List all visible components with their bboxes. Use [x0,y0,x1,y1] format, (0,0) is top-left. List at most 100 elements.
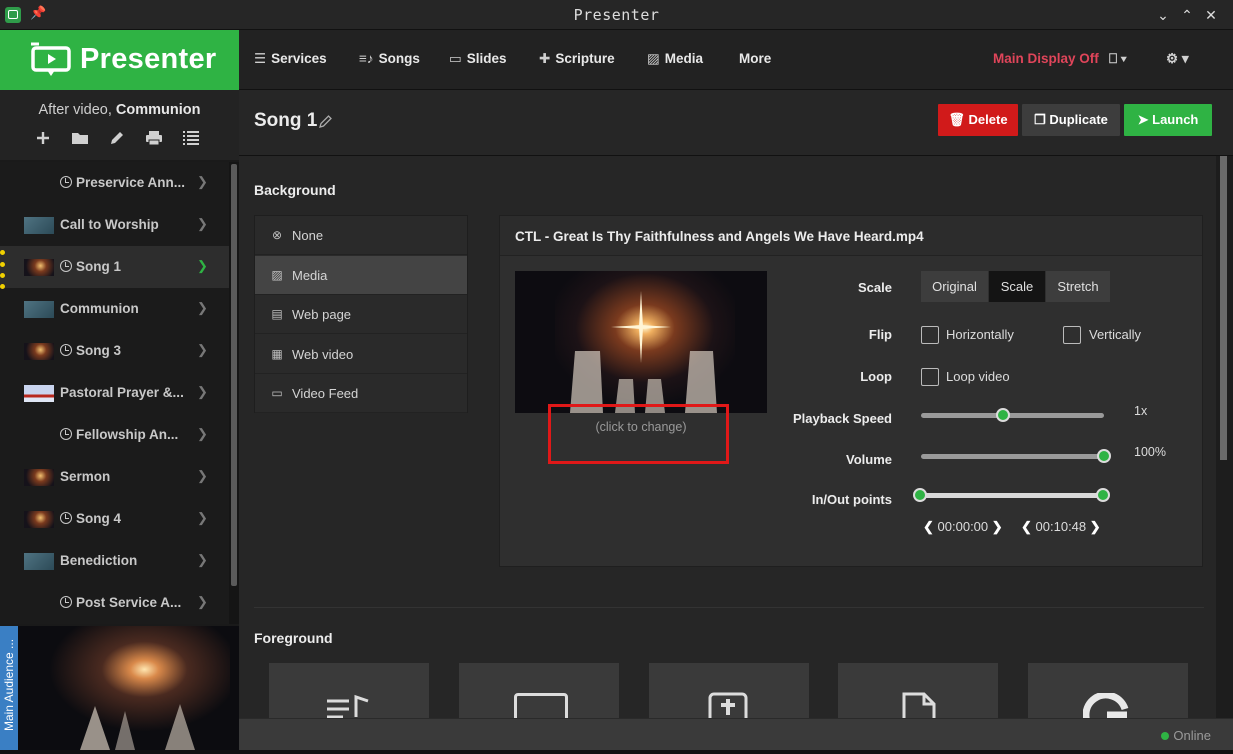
nav-media[interactable]: ▨ Media [647,51,703,67]
scale-option-scale[interactable]: Scale [989,271,1045,302]
connection-status-text: Online [1173,728,1211,743]
in-time-value[interactable]: 00:00:00 [938,519,989,534]
in-time-control: ❮ 00:00:00 ❯ [923,519,1003,535]
nav-services[interactable]: ☰ Services [254,51,327,67]
background-type-list: ⊗ None ▨ Media ▤ Web page ▦ Web video ▭ Video Fee… [254,215,468,413]
background-option-media[interactable]: ▨ Media [255,255,467,295]
launch-button[interactable]: ➤ Launch [1124,104,1212,136]
main-audience-tab-label: Main Audience ... [2,638,16,732]
sidebar-scrollbar[interactable] [229,162,239,624]
service-item[interactable]: Call to Worship ❯ [0,204,229,246]
main-audience-tab[interactable]: Main Audience ... [0,626,18,750]
add-icon[interactable] [33,130,53,150]
playback-speed-slider[interactable] [921,413,1104,418]
edit-title-icon[interactable] [319,114,333,128]
scale-option-original[interactable]: Original [921,271,988,302]
chevron-right-icon: ❯ [197,552,208,567]
foreground-song-card[interactable] [269,663,429,718]
main-scroll-thumb[interactable] [1220,156,1227,460]
settings-gear-icon[interactable]: ⚙ ▾ [1166,51,1189,67]
list-icon[interactable] [181,130,201,150]
loop-video-label[interactable]: Loop video [946,369,1010,384]
service-item[interactable]: Song 3 ❯ [0,330,229,372]
background-option-web-video[interactable]: ▦ Web video [255,335,467,374]
foreground-google-card[interactable] [1028,663,1188,718]
service-item[interactable]: Sermon ❯ [0,456,229,498]
pencil-icon[interactable] [107,130,127,150]
service-item-thumbnail [24,385,54,402]
out-time-control: ❮ 00:10:48 ❯ [1021,519,1101,535]
chevron-right-icon: ❯ [197,384,208,399]
background-option-video-feed[interactable]: ▭ Video Feed [255,374,467,413]
close-button[interactable]: ✕ [1199,3,1223,27]
inout-range-slider[interactable] [921,493,1104,498]
service-item[interactable]: Song 1 ❯ [0,246,229,288]
music-list-icon: ≡♪ [359,51,374,66]
playback-speed-knob[interactable] [996,408,1011,422]
delete-button[interactable]: 🗑︎ Delete [938,104,1018,136]
service-item[interactable]: Pastoral Prayer &... ❯ [0,372,229,414]
folder-icon[interactable] [70,130,90,150]
background-option-web-page[interactable]: ▤ Web page [255,295,467,334]
nav-songs[interactable]: ≡♪ Songs [359,51,420,66]
service-item[interactable]: Communion ❯ [0,288,229,330]
scale-option-stretch[interactable]: Stretch [1046,271,1110,302]
volume-knob[interactable] [1097,449,1111,463]
active-marker-dot [0,250,5,255]
chevron-right-icon: ❯ [197,174,208,189]
minimize-button[interactable]: ⌄ [1151,3,1175,27]
service-item[interactable]: Fellowship An... ❯ [0,414,229,456]
display-select-icon[interactable]: ⎕ ▾ [1109,51,1127,67]
inout-points-label: In/Out points [811,492,892,507]
flip-horizontal-label[interactable]: Horizontally [946,327,1014,342]
out-time-increment[interactable]: ❯ [1090,519,1101,534]
image-icon: ▨ [647,51,660,66]
main-scrollbar[interactable] [1216,156,1233,718]
sidebar-scroll-thumb[interactable] [231,164,237,586]
in-time-increment[interactable]: ❯ [992,519,1003,534]
media-panel-body: (click to change) Scale Original Scale S… [500,256,1202,566]
in-time-decrement[interactable]: ❮ [923,519,934,534]
app-logo[interactable]: Presenter [0,30,239,90]
in-point-knob[interactable] [913,488,927,502]
out-point-knob[interactable] [1096,488,1110,502]
foreground-document-card[interactable] [838,663,998,718]
maximize-button[interactable]: ⌃ [1175,3,1199,27]
print-icon[interactable] [144,130,164,150]
background-heading: Background [254,182,336,198]
service-item-label: Song 4 [60,511,121,526]
service-item-title: Communion [60,301,139,316]
out-time-value[interactable]: 00:10:48 [1036,519,1087,534]
main-display-toggle[interactable]: Main Display Off [993,51,1099,66]
service-item[interactable]: Benediction ❯ [0,540,229,582]
duplicate-button[interactable]: ❐ Duplicate [1022,104,1120,136]
nav-scripture[interactable]: ✚ Scripture [539,51,615,67]
flip-horizontal-checkbox[interactable] [921,326,939,344]
service-item[interactable]: Preservice Ann... ❯ [0,162,229,204]
main-audience-preview[interactable]: Main Audience ... [0,626,239,750]
nav-label: Songs [378,51,420,66]
service-item-label: Song 1 [60,259,121,274]
foreground-slide-card[interactable] [459,663,619,718]
song-editor: Background ⊗ None ▨ Media ▤ Web page ▦ Web vide… [239,156,1216,718]
status-bar: Online [239,718,1233,754]
service-item-label: Song 3 [60,343,121,358]
foreground-scripture-card[interactable] [649,663,809,718]
video-thumbnail[interactable] [515,271,767,413]
launch-label: Launch [1152,112,1199,127]
loop-label: Loop [860,369,892,384]
nav-more[interactable]: More [739,51,771,66]
flip-vertical-checkbox[interactable] [1063,326,1081,344]
flip-vertical-label[interactable]: Vertically [1089,327,1141,342]
window-titlebar: 📌 Presenter ⌄ ⌃ ✕ [0,0,1233,30]
out-time-decrement[interactable]: ❮ [1021,519,1032,534]
volume-slider[interactable] [921,454,1104,459]
chevron-right-icon: ❯ [197,426,208,441]
service-item[interactable]: Song 4 ❯ [0,498,229,540]
service-status-prefix: After video, [38,102,112,118]
service-item[interactable]: Post Service A... ❯ [0,582,229,624]
nav-slides[interactable]: ▭ Slides [449,51,507,67]
background-option-none[interactable]: ⊗ None [255,216,467,255]
bible-icon: ✚ [539,51,551,66]
loop-video-checkbox[interactable] [921,368,939,386]
